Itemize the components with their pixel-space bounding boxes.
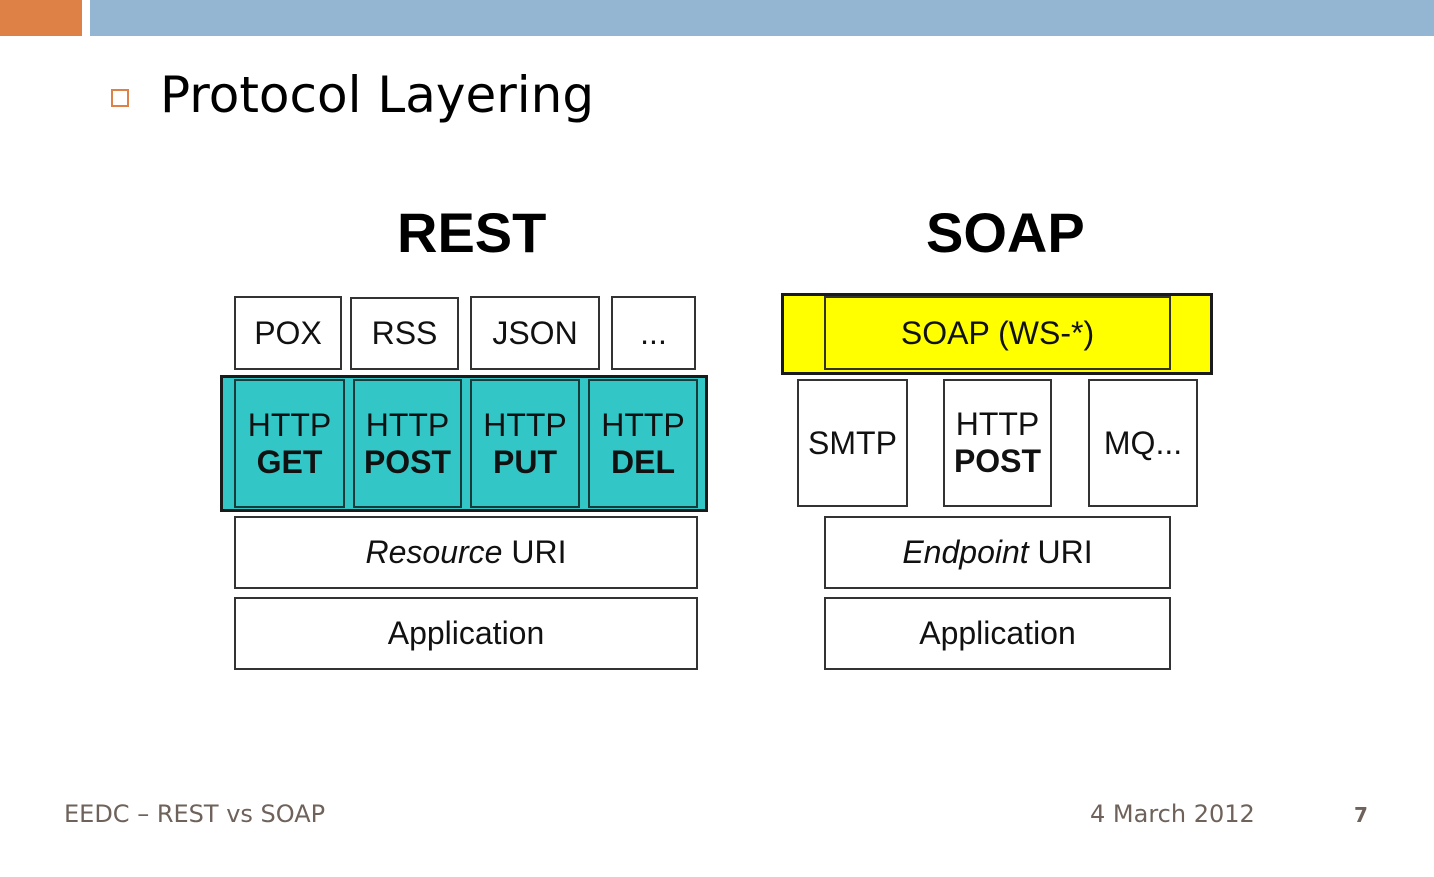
transport-verb: POST bbox=[953, 443, 1042, 479]
slide-title: Protocol Layering bbox=[160, 66, 595, 124]
method-verb: DEL bbox=[611, 443, 675, 480]
rest-application: Application bbox=[234, 597, 698, 670]
uri-qualifier: Endpoint bbox=[902, 534, 1029, 571]
header-accent-blue bbox=[90, 0, 1434, 36]
footer-title: EEDC – REST vs SOAP bbox=[64, 800, 326, 828]
soap-transport-smtp: SMTP bbox=[797, 379, 908, 507]
method-protocol: HTTP bbox=[365, 406, 450, 443]
rest-format-rss: RSS bbox=[350, 297, 459, 370]
footer-date: 4 March 2012 bbox=[1090, 800, 1255, 828]
transport-label: HTTP bbox=[955, 406, 1040, 443]
transport-label: SMTP bbox=[808, 424, 897, 461]
soap-endpoint-uri: Endpoint URI bbox=[824, 516, 1171, 589]
format-label: POX bbox=[254, 314, 322, 351]
page-number: 7 bbox=[1354, 803, 1368, 827]
uri-label: URI bbox=[1028, 534, 1093, 571]
rest-resource-uri: Resource URI bbox=[234, 516, 698, 589]
rest-heading: REST bbox=[397, 201, 547, 264]
method-protocol: HTTP bbox=[483, 406, 567, 443]
soap-transport-http-post: HTTP POST bbox=[943, 379, 1052, 507]
method-verb: POST bbox=[363, 443, 452, 480]
rest-method-del: HTTP DEL bbox=[588, 379, 698, 508]
format-label: ... bbox=[640, 314, 667, 351]
uri-qualifier: Resource bbox=[365, 534, 503, 571]
method-verb: GET bbox=[256, 443, 323, 480]
application-label: Application bbox=[387, 615, 545, 652]
rest-method-get: HTTP GET bbox=[234, 379, 345, 508]
method-verb: PUT bbox=[493, 443, 557, 480]
soap-application: Application bbox=[824, 597, 1171, 670]
method-protocol: HTTP bbox=[247, 406, 332, 443]
uri-label: URI bbox=[502, 534, 567, 571]
rest-format-json: JSON bbox=[470, 296, 600, 370]
bullet-square-icon bbox=[111, 89, 129, 107]
envelope-label: SOAP (WS-*) bbox=[900, 314, 1095, 351]
method-protocol: HTTP bbox=[601, 406, 685, 443]
rest-format-pox: POX bbox=[234, 296, 342, 370]
header-accent-orange bbox=[0, 0, 82, 36]
format-label: JSON bbox=[492, 314, 578, 351]
soap-heading: SOAP bbox=[926, 201, 1085, 264]
soap-envelope: SOAP (WS-*) bbox=[824, 296, 1171, 370]
rest-format-more: ... bbox=[611, 296, 696, 370]
format-label: RSS bbox=[371, 315, 438, 352]
rest-method-post: HTTP POST bbox=[353, 379, 462, 508]
application-label: Application bbox=[919, 615, 1076, 652]
soap-transport-mq: MQ... bbox=[1088, 379, 1198, 507]
transport-label: MQ... bbox=[1103, 424, 1183, 461]
rest-method-put: HTTP PUT bbox=[470, 379, 580, 508]
